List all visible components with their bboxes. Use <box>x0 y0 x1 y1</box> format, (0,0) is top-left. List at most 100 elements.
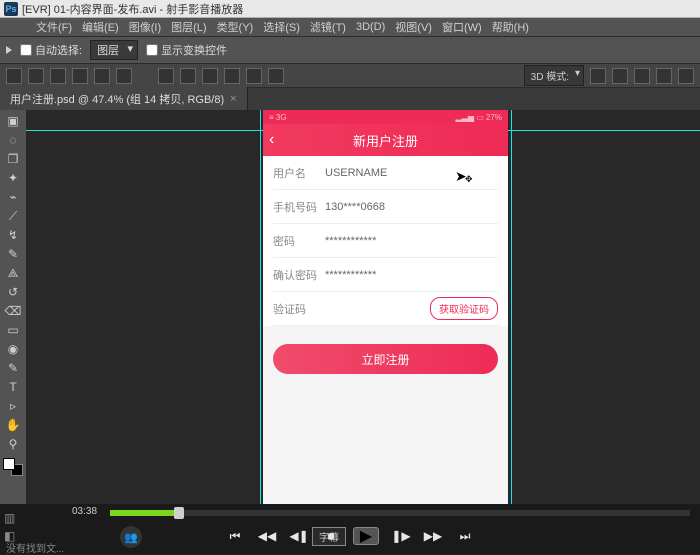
menu-edit[interactable]: 编辑(E) <box>82 19 119 35</box>
mockup-statusbar: ≡ 3G ▂▃▅ ▭ 27% <box>263 110 508 124</box>
tool-eraser[interactable]: ⌫ <box>2 302 24 320</box>
tool-blur[interactable]: ◉ <box>2 340 24 358</box>
status-left: ≡ 3G <box>269 113 287 122</box>
label-confirm: 确认密码 <box>273 267 325 283</box>
move-tool-icon[interactable] <box>6 46 12 54</box>
misc-icon[interactable] <box>612 68 628 84</box>
color-swatch[interactable] <box>3 458 23 476</box>
tool-panel: ▣ ◌ ❐ ✦ ⌁ ⟋ ↯ ✎ ⟁ ↺ ⌫ ▭ ◉ ✎ T ▹ ✋ ⚲ <box>0 110 26 504</box>
show-transform-label: 显示变换控件 <box>161 42 227 58</box>
tool-text[interactable]: T <box>2 378 24 396</box>
workspace: ▣ ◌ ❐ ✦ ⌁ ⟋ ↯ ✎ ⟁ ↺ ⌫ ▭ ◉ ✎ T ▹ ✋ ⚲ ≡ 3G… <box>0 110 700 504</box>
value-phone[interactable]: 130****0668 <box>325 201 498 213</box>
seek-knob[interactable] <box>174 507 184 519</box>
misc-icon[interactable] <box>678 68 694 84</box>
tool-pen[interactable]: ✎ <box>2 359 24 377</box>
app-icon: Ps <box>4 2 18 16</box>
status-right: ▂▃▅ ▭ 27% <box>456 113 502 122</box>
label-code: 验证码 <box>273 301 325 317</box>
options-bar: 自动选择: 图层 显示变换控件 <box>0 36 700 64</box>
register-button[interactable]: 立即注册 <box>273 344 498 374</box>
menu-image[interactable]: 图像(I) <box>129 19 161 35</box>
distribute-icon[interactable] <box>224 68 240 84</box>
misc-icon[interactable] <box>656 68 672 84</box>
back-icon[interactable]: ‹ <box>269 131 274 149</box>
align-icon[interactable] <box>116 68 132 84</box>
tool-eyedropper[interactable]: ⟋ <box>2 207 24 225</box>
layer-dropdown[interactable]: 图层 <box>90 40 138 60</box>
tool-crop[interactable]: ⌁ <box>2 188 24 206</box>
row-confirm: 确认密码 ************ <box>273 258 498 292</box>
tool-wand[interactable]: ✦ <box>2 169 24 187</box>
document-tab[interactable]: 用户注册.psd @ 47.4% (组 14 拷贝, RGB/8) × <box>0 87 248 111</box>
tool-lasso[interactable]: ◌ <box>2 131 24 149</box>
time-display: 03:38 <box>72 506 97 517</box>
step-back-icon[interactable]: ◀❚ <box>289 529 309 543</box>
next-track-icon[interactable]: ⏭ <box>455 529 475 544</box>
close-icon[interactable]: × <box>230 93 236 105</box>
auto-select-label: 自动选择: <box>35 42 82 58</box>
menu-file[interactable]: 文件(F) <box>36 19 72 35</box>
menu-help[interactable]: 帮助(H) <box>492 19 529 35</box>
tool-zoom[interactable]: ⚲ <box>2 435 24 453</box>
row-code: 验证码 获取验证码 <box>273 292 498 326</box>
options-bar-row2: 3D 模式: <box>0 64 700 88</box>
navbar-title: 新用户注册 <box>353 131 418 150</box>
menu-view[interactable]: 视图(V) <box>395 19 432 35</box>
menu-3d[interactable]: 3D(D) <box>356 21 385 33</box>
get-code-button[interactable]: 获取验证码 <box>430 297 498 320</box>
menu-filter[interactable]: 滤镜(T) <box>310 19 346 35</box>
status-text: 没有找到文... <box>0 540 64 554</box>
tool-clone[interactable]: ⟁ <box>2 264 24 282</box>
tool-heal[interactable]: ↯ <box>2 226 24 244</box>
misc-icon[interactable] <box>634 68 650 84</box>
menu-type[interactable]: 类型(Y) <box>217 19 254 35</box>
distribute-icon[interactable] <box>202 68 218 84</box>
label-username: 用户名 <box>273 165 325 181</box>
seek-bar[interactable] <box>110 510 690 516</box>
guide-vertical[interactable] <box>511 110 512 504</box>
menu-select[interactable]: 选择(S) <box>263 19 300 35</box>
auto-select-input[interactable] <box>20 44 32 56</box>
tool-history[interactable]: ↺ <box>2 283 24 301</box>
play-button[interactable]: ▶ <box>353 527 379 545</box>
video-player: ▥ ◧ 03:38 👥 字幕 ⏮ ◀◀ ◀❚ ■ ▶ ❚▶ ▶▶ ⏭ <box>0 504 700 554</box>
distribute-icon[interactable] <box>246 68 262 84</box>
show-transform-checkbox[interactable]: 显示变换控件 <box>146 42 227 58</box>
label-phone: 手机号码 <box>273 199 325 215</box>
seek-progress <box>110 510 174 516</box>
distribute-icon[interactable] <box>158 68 174 84</box>
mockup-phone: ≡ 3G ▂▃▅ ▭ 27% ‹ 新用户注册 用户名 USERNAME 手机号码… <box>263 110 508 505</box>
mockup-navbar: ‹ 新用户注册 <box>263 124 508 156</box>
tool-marquee[interactable]: ❐ <box>2 150 24 168</box>
guide-vertical[interactable] <box>260 110 261 504</box>
align-icon[interactable] <box>6 68 22 84</box>
align-icon[interactable] <box>50 68 66 84</box>
distribute-icon[interactable] <box>180 68 196 84</box>
step-fwd-icon[interactable]: ❚▶ <box>391 529 411 543</box>
distribute-icon[interactable] <box>268 68 284 84</box>
canvas[interactable]: ≡ 3G ▂▃▅ ▭ 27% ‹ 新用户注册 用户名 USERNAME 手机号码… <box>26 110 700 504</box>
align-icon[interactable] <box>72 68 88 84</box>
tool-path[interactable]: ▹ <box>2 397 24 415</box>
mode3d-dropdown[interactable]: 3D 模式: <box>524 65 584 86</box>
tool-brush[interactable]: ✎ <box>2 245 24 263</box>
tool-move[interactable]: ▣ <box>2 112 24 130</box>
misc-icon[interactable] <box>590 68 606 84</box>
align-icon[interactable] <box>28 68 44 84</box>
menu-window[interactable]: 窗口(W) <box>442 19 482 35</box>
value-confirm[interactable]: ************ <box>325 269 498 281</box>
stop-icon[interactable]: ■ <box>321 529 341 543</box>
value-username[interactable]: USERNAME <box>325 167 498 179</box>
tool-hand[interactable]: ✋ <box>2 416 24 434</box>
menu-layer[interactable]: 图层(L) <box>171 19 206 35</box>
prev-track-icon[interactable]: ⏮ <box>225 529 245 544</box>
auto-select-checkbox[interactable]: 自动选择: <box>20 42 82 58</box>
rewind-icon[interactable]: ◀◀ <box>257 529 277 543</box>
value-password[interactable]: ************ <box>325 235 498 247</box>
show-transform-input[interactable] <box>146 44 158 56</box>
tool-gradient[interactable]: ▭ <box>2 321 24 339</box>
fg-color[interactable] <box>3 458 15 470</box>
ffwd-icon[interactable]: ▶▶ <box>423 529 443 543</box>
align-icon[interactable] <box>94 68 110 84</box>
